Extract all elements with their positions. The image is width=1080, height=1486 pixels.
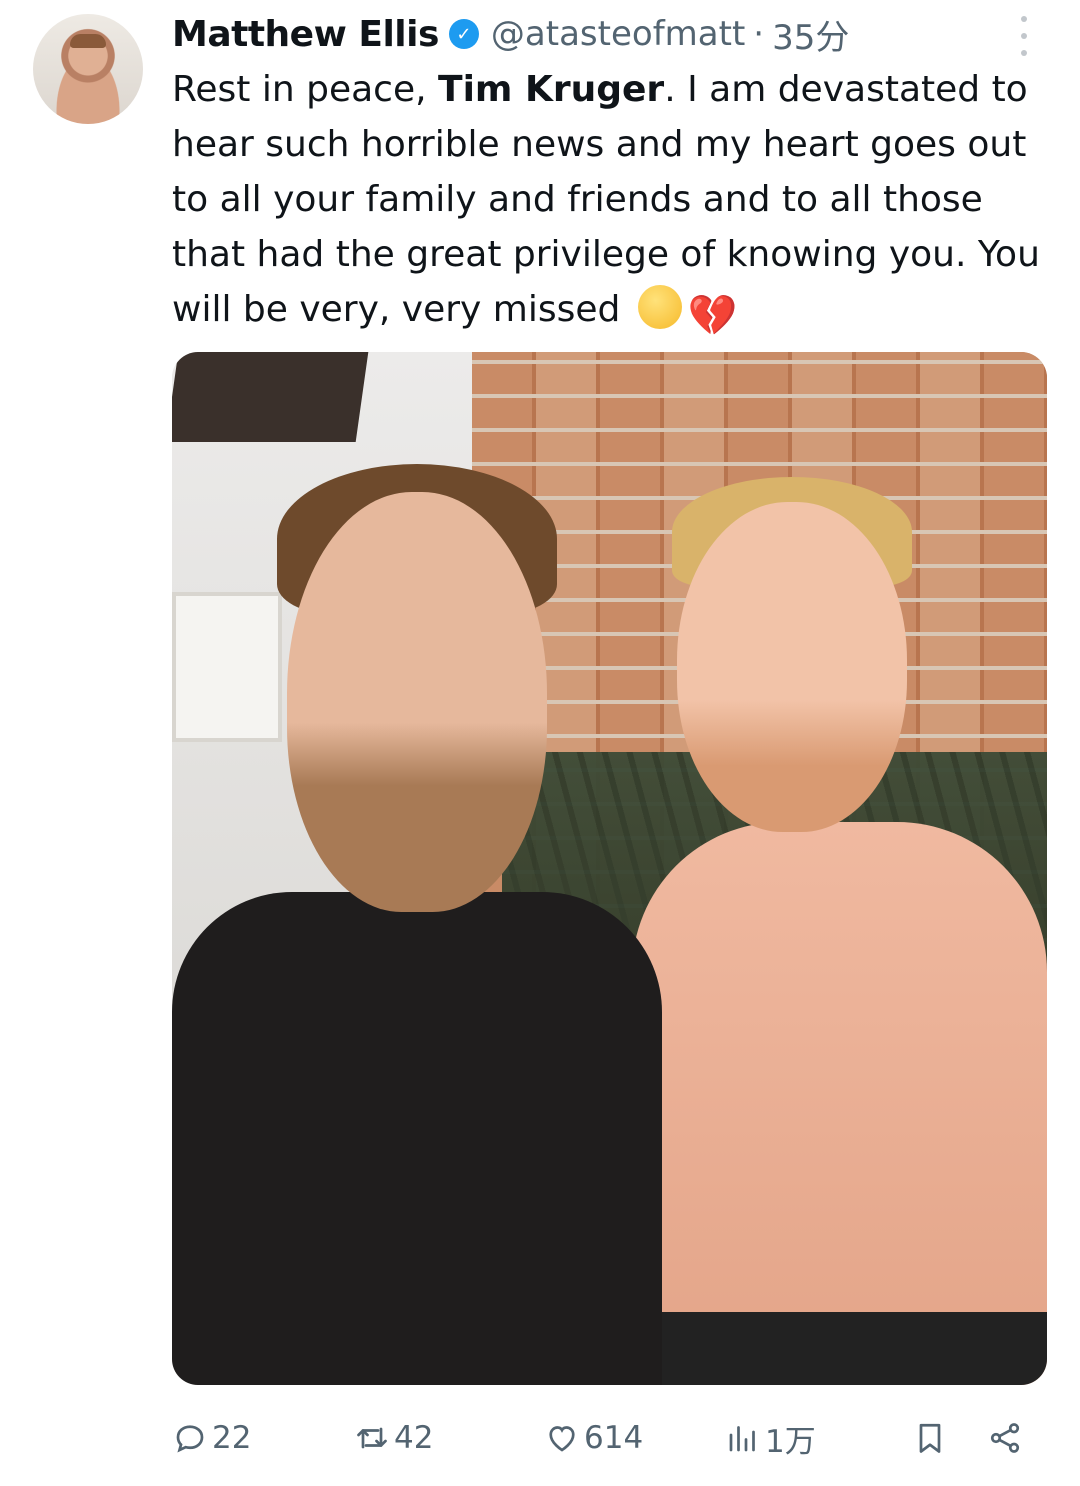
like-button[interactable]: 614 bbox=[544, 1410, 643, 1466]
timestamp[interactable]: 35分 bbox=[772, 10, 849, 59]
tweet-photo[interactable] bbox=[172, 352, 1047, 1385]
bookmark-button[interactable] bbox=[912, 1410, 948, 1466]
verified-badge-icon: ✓ bbox=[448, 19, 479, 49]
avatar[interactable] bbox=[33, 14, 143, 124]
tweet: Matthew Ellis ✓ @atasteofmatt · 35分 Rest… bbox=[0, 0, 1080, 1486]
more-options-icon[interactable] bbox=[1012, 16, 1036, 56]
share-button[interactable] bbox=[987, 1410, 1023, 1466]
bookmark-icon bbox=[919, 1423, 941, 1453]
author-name[interactable]: Matthew Ellis bbox=[172, 14, 439, 55]
tweet-text: Rest in peace, Tim Kruger. I am devastat… bbox=[172, 62, 1062, 338]
action-bar: 22 42 614 1万 bbox=[172, 1410, 1052, 1466]
tweet-text-part1: Rest in peace, bbox=[172, 69, 439, 110]
reply-count: 22 bbox=[212, 1420, 252, 1456]
separator-dot: · bbox=[753, 14, 765, 54]
retweet-icon bbox=[357, 1427, 387, 1449]
retweet-button[interactable]: 42 bbox=[354, 1410, 433, 1466]
view-count: 1万 bbox=[765, 1423, 816, 1460]
reply-icon bbox=[176, 1425, 204, 1453]
pensive-face-icon bbox=[637, 285, 682, 329]
author-handle[interactable]: @atasteofmatt bbox=[491, 14, 745, 54]
like-count: 614 bbox=[584, 1420, 644, 1456]
broken-heart-icon: 💔 bbox=[687, 293, 738, 339]
views-button[interactable]: 1万 bbox=[725, 1410, 816, 1466]
tweet-header: Matthew Ellis ✓ @atasteofmatt · 35分 bbox=[172, 6, 849, 62]
heart-icon bbox=[549, 1426, 575, 1452]
mentioned-name: Tim Kruger bbox=[438, 69, 665, 110]
reply-button[interactable]: 22 bbox=[172, 1410, 251, 1466]
share-icon bbox=[990, 1423, 1020, 1453]
views-icon bbox=[729, 1426, 755, 1452]
retweet-count: 42 bbox=[394, 1420, 434, 1456]
